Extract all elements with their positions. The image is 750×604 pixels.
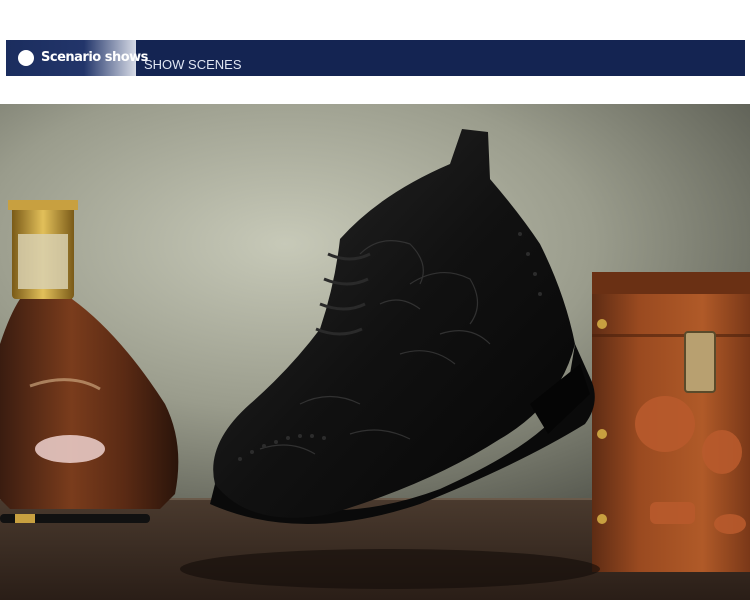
section-header-banner: Scenario shows SHOW SCENES bbox=[6, 40, 745, 76]
section-subtitle: SHOW SCENES bbox=[144, 57, 242, 72]
section-title: Scenario shows bbox=[41, 50, 148, 65]
bullet-dot-icon bbox=[18, 50, 34, 66]
pen-icon bbox=[0, 514, 150, 523]
product-scene-photo bbox=[0, 104, 750, 600]
wooden-box-icon bbox=[592, 272, 750, 572]
